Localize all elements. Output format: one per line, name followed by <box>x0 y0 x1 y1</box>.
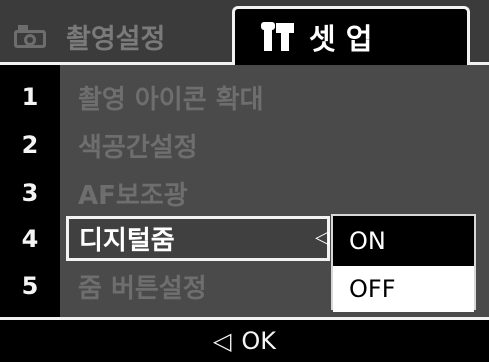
tab-setup[interactable]: 셋 업 <box>232 6 470 65</box>
tab-shooting-label: 촬영설정 <box>66 23 166 55</box>
row-number: 3 <box>21 179 39 207</box>
row-number: 2 <box>21 131 39 159</box>
option-off[interactable]: OFF <box>333 266 474 312</box>
menu-item-zoom-button-setting[interactable]: 줌 버튼설정 <box>78 264 207 308</box>
option-on[interactable]: ON <box>333 218 474 264</box>
row-number: 5 <box>21 272 39 300</box>
tools-icon <box>261 22 295 52</box>
tab-shooting-settings[interactable]: 촬영설정 <box>14 14 228 58</box>
menu-item-color-space[interactable]: 색공간설정 <box>78 123 198 167</box>
row-number: 4 <box>21 225 39 253</box>
row-number: 1 <box>21 83 39 111</box>
menu-item-af-assist-light[interactable]: AF보조광 <box>78 171 188 215</box>
left-triangle-icon: ◁ <box>212 327 232 355</box>
ok-label: OK <box>241 327 277 355</box>
tab-setup-label: 셋 업 <box>309 22 373 56</box>
camera-icon <box>14 24 48 48</box>
footer-hint: ◁ OK <box>0 317 489 362</box>
digital-zoom-submenu: ON OFF <box>331 214 476 312</box>
menu-item-icon-enlarge[interactable]: 촬영 아이콘 확대 <box>78 75 264 119</box>
menu-item-digital-zoom[interactable]: 디지털줌 <box>66 216 330 261</box>
tab-bar: 촬영설정 셋 업 <box>0 0 489 65</box>
row-number-column: 1 2 3 4 5 <box>0 65 60 317</box>
